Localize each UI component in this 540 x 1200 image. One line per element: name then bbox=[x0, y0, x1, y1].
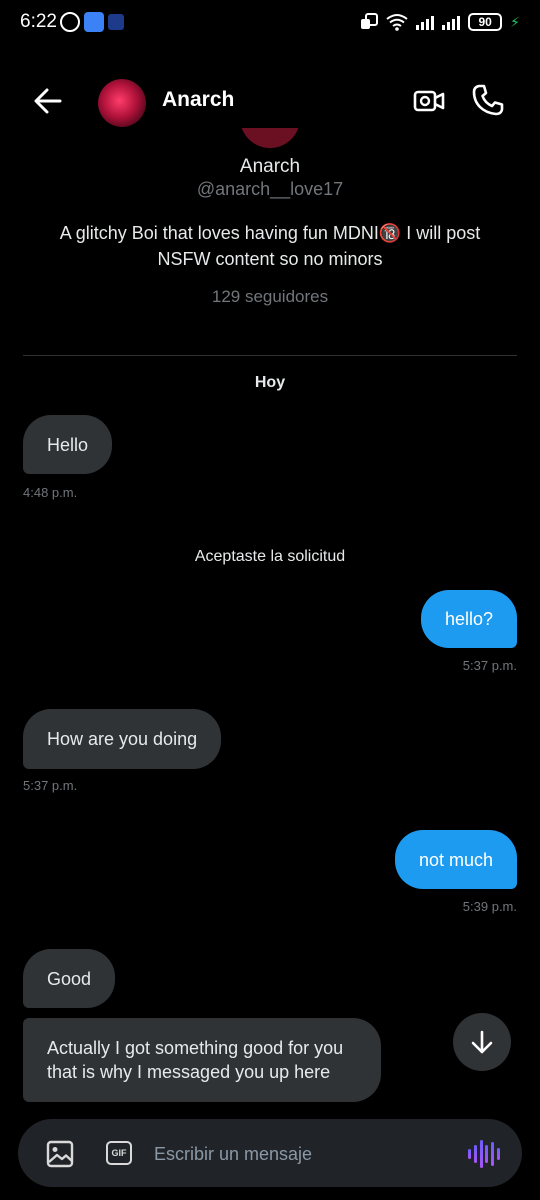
message-text: hello? bbox=[444, 609, 493, 629]
message-bubble-incoming[interactable]: Hello bbox=[23, 415, 113, 474]
message-text: Actually I got something good for you th… bbox=[47, 1038, 344, 1082]
battery-icon: 90 bbox=[468, 13, 503, 31]
profile-name: Anarch bbox=[239, 156, 301, 177]
status-bar: 6:22 90 ⚡ bbox=[0, 0, 540, 46]
profile-avatar-partial bbox=[240, 128, 300, 148]
message-bubble-incoming[interactable]: How are you doing bbox=[23, 709, 222, 769]
signal-icon-2 bbox=[442, 14, 461, 30]
gif-button[interactable]: GIF bbox=[106, 1141, 132, 1165]
aperture-icon bbox=[60, 12, 80, 32]
video-camera-icon bbox=[413, 90, 445, 112]
message-text: Good bbox=[47, 968, 92, 989]
scroll-to-bottom-button[interactable] bbox=[453, 1013, 511, 1071]
charging-icon: ⚡ bbox=[510, 13, 520, 30]
cast-icon bbox=[361, 13, 379, 29]
divider bbox=[23, 355, 517, 356]
message-bubble-incoming[interactable]: Actually I got something good for you th… bbox=[23, 1018, 381, 1102]
message-text: Hello bbox=[47, 434, 89, 455]
status-time: 6:22 bbox=[20, 11, 57, 32]
app-notification-icon bbox=[84, 12, 104, 32]
video-call-button[interactable] bbox=[412, 84, 446, 118]
message-text: not much bbox=[418, 849, 493, 870]
profile-handle[interactable]: @anarch__love17 bbox=[0, 179, 540, 200]
profile-followers[interactable]: 129 seguidores bbox=[0, 287, 540, 307]
back-button[interactable] bbox=[30, 83, 66, 119]
header-name[interactable]: Anarch bbox=[162, 88, 234, 112]
message-input[interactable] bbox=[154, 1141, 454, 1167]
phone-call-button[interactable] bbox=[470, 82, 506, 118]
app-notification-icon-2 bbox=[108, 14, 124, 30]
message-bubble-outgoing[interactable]: hello? bbox=[420, 590, 517, 648]
conversation-header: Anarch bbox=[0, 66, 540, 136]
message-text: How are you doing bbox=[47, 729, 198, 749]
arrow-left-icon bbox=[34, 88, 62, 114]
message-timestamp: 5:37 p.m. bbox=[462, 658, 517, 673]
message-composer: GIF bbox=[18, 1119, 522, 1187]
image-attach-button[interactable] bbox=[46, 1140, 74, 1168]
date-separator: Hoy bbox=[254, 374, 286, 391]
image-icon bbox=[46, 1140, 74, 1168]
message-bubble-outgoing[interactable]: not much bbox=[394, 830, 517, 889]
voice-message-button[interactable] bbox=[468, 1139, 500, 1169]
phone-icon bbox=[472, 84, 504, 116]
wifi-icon bbox=[386, 14, 408, 31]
system-note: Aceptaste la solicitud bbox=[194, 548, 346, 565]
message-timestamp: 5:39 p.m. bbox=[462, 899, 517, 914]
gif-label: GIF bbox=[111, 1148, 127, 1158]
message-timestamp: 4:48 p.m. bbox=[23, 485, 78, 500]
signal-icon bbox=[416, 14, 435, 30]
status-icons: 90 ⚡ bbox=[360, 11, 520, 33]
avatar[interactable] bbox=[98, 79, 146, 127]
message-bubble-incoming[interactable]: Good bbox=[23, 949, 116, 1008]
profile-bio: A glitchy Boi that loves having fun MDNI… bbox=[59, 223, 481, 269]
arrow-down-icon bbox=[471, 1030, 493, 1054]
battery-level: 90 bbox=[478, 15, 492, 29]
message-timestamp: 5:37 p.m. bbox=[23, 778, 78, 793]
